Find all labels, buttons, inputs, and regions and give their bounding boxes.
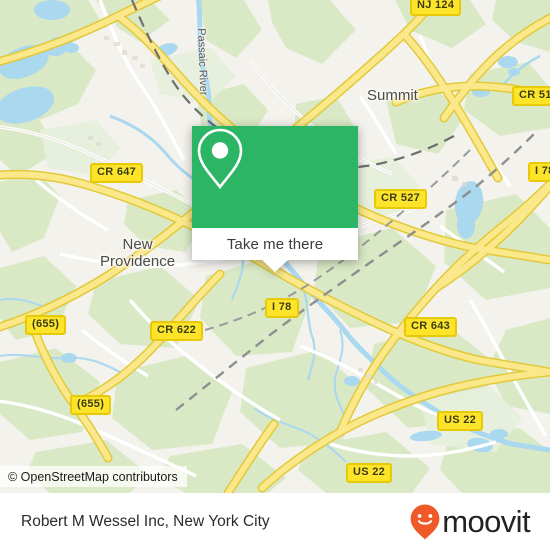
osm-attribution[interactable]: © OpenStreetMap contributors bbox=[0, 466, 187, 487]
road-shield-cr-512[interactable]: CR 512 bbox=[512, 86, 550, 106]
road-shield-cr-527[interactable]: CR 527 bbox=[374, 189, 428, 209]
road-shield-us-22-south[interactable]: US 22 bbox=[346, 463, 393, 483]
road-shield-cr-643[interactable]: CR 643 bbox=[404, 317, 458, 337]
place-label-line2: Providence bbox=[100, 253, 176, 270]
map-canvas[interactable]: Summit New Providence Passaic River NJ 1… bbox=[0, 0, 550, 493]
take-me-there-label: Take me there bbox=[226, 235, 324, 253]
footer-bar: Robert M Wessel Inc, New York City moovi… bbox=[0, 493, 550, 550]
place-label-summit: Summit bbox=[367, 87, 418, 104]
place-label-new-providence: New Providence bbox=[100, 236, 175, 270]
river-label-passaic-river: Passaic River bbox=[195, 28, 210, 96]
location-title: Robert M Wessel Inc, New York City bbox=[21, 512, 270, 530]
road-shield-655-lower[interactable]: (655) bbox=[70, 395, 112, 415]
road-shield-us-22-east[interactable]: US 22 bbox=[437, 411, 484, 431]
card-action-area[interactable]: Take me there bbox=[192, 228, 358, 272]
card-pointer-tail bbox=[262, 260, 288, 272]
road-shield-cr-647[interactable]: CR 647 bbox=[90, 163, 144, 183]
road-shield-655-upper[interactable]: (655) bbox=[25, 315, 67, 335]
road-shield-cr-622[interactable]: CR 622 bbox=[150, 321, 204, 341]
card-pin-area bbox=[192, 126, 358, 228]
road-shield-nj-124[interactable]: NJ 124 bbox=[410, 0, 462, 16]
map-pin-icon bbox=[197, 128, 243, 190]
road-shield-i-78-east[interactable]: I 78 bbox=[528, 162, 550, 182]
take-me-there-card[interactable]: Take me there bbox=[192, 126, 358, 272]
place-label-line1: New bbox=[122, 236, 153, 253]
road-shield-i-78-center[interactable]: I 78 bbox=[265, 298, 299, 318]
moovit-pin-icon bbox=[410, 504, 440, 539]
moovit-brand[interactable]: moovit bbox=[409, 503, 531, 541]
moovit-wordmark: moovit bbox=[442, 504, 530, 539]
map-page: Summit New Providence Passaic River NJ 1… bbox=[0, 0, 550, 550]
